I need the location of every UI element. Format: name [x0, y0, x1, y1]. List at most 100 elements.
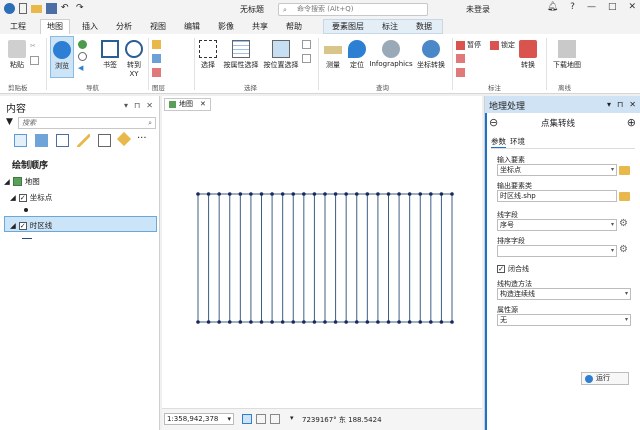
basemap-button[interactable]	[152, 54, 161, 63]
list-by-drawing-order-icon[interactable]	[14, 134, 27, 147]
tab-labeling[interactable]: 标注	[382, 21, 398, 32]
map-canvas[interactable]	[162, 112, 482, 412]
expand-arrow-icon[interactable]: ◢	[10, 193, 16, 202]
pause-button[interactable]: 暂停	[456, 40, 481, 50]
scale-selector[interactable]: 1:358,942,378 ▾	[164, 413, 234, 425]
select-by-location-button[interactable]: 按位置选择	[262, 40, 300, 70]
tab-data[interactable]: 数据	[416, 21, 432, 32]
label-priority-button[interactable]	[456, 68, 465, 77]
layer-visibility-checkbox[interactable]: ✓	[18, 221, 27, 230]
more-icon[interactable]: ···	[137, 134, 150, 147]
tree-item-map[interactable]: ◢ 地图	[4, 176, 40, 187]
expand-arrow-icon[interactable]: ◢	[10, 221, 16, 230]
expand-arrow-icon[interactable]: ◢	[4, 177, 10, 186]
minimize-icon[interactable]: —	[587, 2, 596, 12]
tree-item-layer-lines[interactable]: ◢ ✓ 时区线	[10, 220, 52, 231]
run-button[interactable]: 运行	[581, 372, 629, 385]
add-data-button[interactable]	[152, 40, 161, 49]
select-button[interactable]: 选择	[198, 40, 218, 70]
list-by-selection-icon[interactable]	[56, 134, 69, 147]
gear-icon[interactable]: ⚙	[619, 218, 628, 229]
measure-button[interactable]: 测量	[322, 40, 344, 70]
chevron-down-icon[interactable]: ▾	[124, 101, 128, 110]
login-status[interactable]: 未登录	[466, 4, 490, 15]
map-point	[312, 320, 317, 324]
save-icon[interactable]	[46, 3, 57, 14]
input-features-field[interactable]: 坐标点 ▾	[497, 164, 617, 176]
locate-button[interactable]: 定位	[346, 40, 368, 70]
full-extent-button[interactable]	[78, 40, 87, 49]
tab-imagery[interactable]: 影像	[218, 21, 234, 32]
close-icon[interactable]: ✕	[200, 99, 206, 110]
line-method-select[interactable]: 构造连续线 ▾	[497, 288, 631, 300]
grid-icon[interactable]	[242, 414, 252, 424]
convert-button[interactable]: 转换	[516, 40, 540, 70]
copy-button[interactable]	[30, 56, 39, 65]
cut-button[interactable]: ✂	[30, 42, 39, 51]
tab-project[interactable]: 工程	[10, 21, 26, 32]
close-icon[interactable]: ✕	[629, 100, 636, 109]
pin-icon[interactable]: ⊓	[617, 100, 623, 109]
attr-source-select[interactable]: 无 ▾	[497, 314, 631, 326]
folder-icon[interactable]	[619, 192, 630, 201]
notification-icon[interactable]: 🔔︎	[547, 2, 558, 12]
pin-icon[interactable]: ⊓	[134, 101, 140, 110]
previous-extent-button[interactable]: ◀	[78, 64, 87, 73]
close-icon[interactable]: ✕	[146, 101, 153, 110]
zoom-in-button[interactable]	[78, 52, 87, 61]
add-graphics-button[interactable]	[152, 68, 161, 77]
command-search-input[interactable]: ⌕ 命令搜索 (Alt+Q)	[278, 3, 428, 16]
tab-analysis[interactable]: 分析	[116, 21, 132, 32]
bookmarks-button[interactable]: 书签	[96, 40, 124, 70]
map-name: 地图	[24, 177, 40, 186]
list-by-editing-icon[interactable]	[77, 134, 90, 147]
tab-feature-layer[interactable]: 要素图层	[332, 21, 364, 32]
list-by-source-icon[interactable]	[35, 134, 48, 147]
maximize-icon[interactable]: □	[608, 2, 617, 12]
zoom-to-selection-button[interactable]	[302, 54, 311, 63]
redo-icon[interactable]: ↷	[76, 3, 87, 14]
sort-field-select[interactable]: ▾	[497, 245, 617, 257]
tab-edit[interactable]: 编辑	[184, 21, 200, 32]
browse-button[interactable]: 浏览	[50, 36, 74, 78]
chevron-down-icon[interactable]: ▾	[290, 414, 294, 422]
contents-search-input[interactable]: 搜索 ⌕	[18, 117, 156, 129]
undo-icon[interactable]: ↶	[61, 3, 72, 14]
goto-xy-button[interactable]: 转到 XY	[124, 40, 144, 78]
chevron-down-icon[interactable]: ▾	[607, 100, 611, 109]
tab-share[interactable]: 共享	[252, 21, 268, 32]
select-by-attributes-button[interactable]: 按属性选择	[222, 40, 260, 70]
tab-insert[interactable]: 插入	[82, 21, 98, 32]
tree-item-layer-points[interactable]: ◢ ✓ 坐标点	[10, 192, 52, 203]
label-manager-button[interactable]	[456, 54, 465, 63]
map-view[interactable]: 地图 ✕ 1:358,942,378 ▾ ▾ 7239167° 东 188.54…	[162, 96, 482, 430]
clear-selection-button[interactable]	[302, 40, 311, 49]
layout-icon[interactable]	[270, 414, 280, 424]
tab-help[interactable]: 帮助	[286, 21, 302, 32]
paste-button[interactable]: 粘贴	[6, 40, 28, 70]
back-icon[interactable]: ⊖	[489, 116, 498, 129]
close-icon[interactable]: ✕	[628, 2, 636, 12]
add-icon[interactable]: ⊕	[627, 116, 636, 129]
map-view-tab[interactable]: 地图 ✕	[164, 98, 211, 111]
close-line-checkbox[interactable]: ✓	[497, 265, 505, 273]
download-map-button[interactable]: 下载地图	[550, 40, 584, 70]
filter-icon[interactable]: ▼	[6, 117, 13, 127]
infographics-button[interactable]: Infographics	[368, 40, 414, 68]
tab-view[interactable]: 视图	[150, 21, 166, 32]
line-field-select[interactable]: 序号 ▾	[497, 219, 617, 231]
folder-icon[interactable]	[619, 166, 630, 175]
open-icon[interactable]	[31, 5, 42, 13]
coordinate-convert-button[interactable]: 坐标转换	[414, 40, 448, 70]
close-line-option[interactable]: ✓ 闭合线	[497, 264, 529, 274]
output-fc-field[interactable]: 时区线.shp	[497, 190, 617, 202]
lock-button[interactable]: 锁定	[490, 40, 515, 50]
layer-visibility-checkbox[interactable]: ✓	[18, 193, 27, 202]
new-icon[interactable]	[19, 3, 27, 14]
list-by-labeling-icon[interactable]	[116, 131, 132, 147]
tab-map[interactable]: 地图	[40, 19, 70, 35]
list-by-snapping-icon[interactable]	[98, 134, 111, 147]
help-icon[interactable]: ?	[570, 2, 575, 12]
table-icon[interactable]	[256, 414, 266, 424]
gear-icon[interactable]: ⚙	[619, 244, 628, 255]
